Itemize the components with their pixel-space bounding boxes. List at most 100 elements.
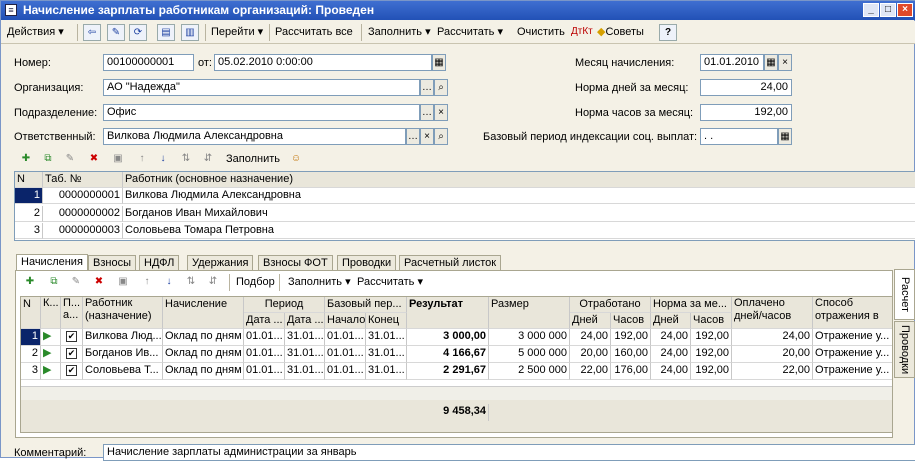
col-n[interactable]: N: [15, 172, 43, 188]
goto-menu[interactable]: Перейти ▾: [211, 24, 263, 41]
help-button[interactable]: ?: [659, 24, 677, 41]
search-icon[interactable]: ⌕: [434, 79, 448, 96]
col-worked-days[interactable]: Дней: [570, 313, 611, 329]
checkbox[interactable]: ✔: [66, 330, 77, 342]
col-p[interactable]: П... а...: [61, 297, 83, 329]
col-paid[interactable]: Оплачено дней/часов: [732, 297, 813, 329]
col-n[interactable]: N: [21, 297, 41, 329]
select-ellipsis-icon[interactable]: …: [406, 128, 420, 145]
col-norm-days[interactable]: Дней: [651, 313, 691, 329]
tab-fot[interactable]: Взносы ФОТ: [258, 255, 333, 270]
org-label: Организация:: [14, 82, 84, 94]
tab-deductions[interactable]: Удержания: [187, 255, 254, 270]
move-up-icon[interactable]: ↑: [133, 151, 151, 168]
col-worker[interactable]: Работник (назначение): [83, 297, 163, 329]
horizontal-scrollbar[interactable]: [21, 386, 892, 400]
dept-field[interactable]: Офис: [103, 104, 420, 121]
unpost-document-icon[interactable]: ▥: [181, 24, 199, 41]
move-down-icon[interactable]: ↓: [154, 151, 172, 168]
tab-ndfl[interactable]: НДФЛ: [139, 255, 180, 270]
sort-asc-icon[interactable]: ⇅: [182, 274, 200, 291]
clear-icon[interactable]: ×: [778, 54, 792, 71]
org-field[interactable]: АО "Надежда": [103, 79, 420, 96]
col-period[interactable]: Период: [244, 297, 325, 313]
close-button[interactable]: ×: [897, 3, 913, 17]
sort-asc-icon[interactable]: ⇅: [177, 151, 195, 168]
col-k[interactable]: К...: [41, 297, 61, 329]
back-arrow-icon[interactable]: ⇦: [83, 24, 101, 41]
col-worked[interactable]: Отработано: [570, 297, 651, 313]
checkbox[interactable]: ✔: [66, 364, 77, 376]
clear-icon[interactable]: ×: [434, 104, 448, 121]
debit-credit-icon[interactable]: ДтКт: [571, 24, 593, 41]
side-tab-postings[interactable]: Проводки: [894, 321, 915, 378]
col-period-from[interactable]: Дата ...: [244, 313, 285, 329]
post-document-icon[interactable]: ▤: [157, 24, 175, 41]
add-row-icon[interactable]: ✚: [17, 151, 35, 168]
hours-field[interactable]: 192,00: [700, 104, 792, 121]
tab-contributions[interactable]: Взносы: [88, 255, 136, 270]
checkbox[interactable]: ✔: [66, 347, 77, 359]
end-edit-icon[interactable]: ▣: [114, 274, 132, 291]
col-worked-hours[interactable]: Часов: [611, 313, 651, 329]
col-result[interactable]: Результат: [407, 297, 489, 329]
refresh-icon[interactable]: ⟳: [129, 24, 147, 41]
clear-button[interactable]: Очистить: [517, 24, 565, 41]
end-edit-icon[interactable]: ▣: [109, 151, 127, 168]
sort-desc-icon[interactable]: ⇵: [204, 274, 222, 291]
select-ellipsis-icon[interactable]: …: [420, 79, 434, 96]
window-title: Начисление зарплаты работникам организац…: [23, 3, 375, 17]
sort-desc-icon[interactable]: ⇵: [199, 151, 217, 168]
add-row-icon[interactable]: ✚: [21, 274, 39, 291]
col-tab[interactable]: Таб. №: [43, 172, 123, 188]
tab-accruals[interactable]: Начисления: [16, 254, 88, 271]
tab-postings[interactable]: Проводки: [337, 255, 397, 270]
accruals-calc-menu[interactable]: Рассчитать ▾: [357, 274, 423, 291]
copy-row-icon[interactable]: ⧉: [39, 151, 57, 168]
date-field[interactable]: 05.02.2010 0:00:00: [214, 54, 432, 71]
employees-icon[interactable]: ☺: [287, 151, 305, 168]
col-size[interactable]: Размер: [489, 297, 570, 329]
tips-button[interactable]: ◆Советы: [597, 24, 644, 41]
edit-document-icon[interactable]: ✎: [107, 24, 125, 41]
employee-fill-button[interactable]: Заполнить: [226, 151, 280, 168]
clear-icon[interactable]: ×: [420, 128, 434, 145]
tab-payslip[interactable]: Расчетный листок: [399, 255, 502, 270]
select-ellipsis-icon[interactable]: …: [420, 104, 434, 121]
col-base[interactable]: Базовый пер...: [325, 297, 407, 313]
pick-button[interactable]: Подбор: [236, 274, 275, 291]
calendar-icon[interactable]: ▦: [432, 54, 446, 71]
col-worker[interactable]: Работник (основное назначение): [123, 172, 915, 188]
resp-field[interactable]: Вилкова Людмила Александровна: [103, 128, 406, 145]
calendar-icon[interactable]: ▦: [778, 128, 792, 145]
col-norm[interactable]: Норма за ме...: [651, 297, 732, 313]
col-method[interactable]: Способ отражения в: [813, 297, 892, 329]
move-down-icon[interactable]: ↓: [160, 274, 178, 291]
delete-row-icon[interactable]: ✖: [85, 151, 103, 168]
actions-menu[interactable]: Действия ▾: [7, 24, 64, 41]
col-base-end[interactable]: Конец: [366, 313, 407, 329]
month-field[interactable]: 01.01.2010: [700, 54, 764, 71]
recalc-all-button[interactable]: Рассчитать все: [275, 24, 353, 41]
number-field[interactable]: 00100000001: [103, 54, 194, 71]
comment-field[interactable]: Начисление зарплаты администрации за янв…: [103, 444, 915, 461]
move-up-icon[interactable]: ↑: [138, 274, 156, 291]
calculate-menu[interactable]: Рассчитать ▾: [437, 24, 503, 41]
edit-row-icon[interactable]: ✎: [67, 274, 85, 291]
side-tab-calc[interactable]: Расчет: [894, 269, 915, 320]
col-period-to[interactable]: Дата ...: [285, 313, 325, 329]
delete-row-icon[interactable]: ✖: [90, 274, 108, 291]
edit-row-icon[interactable]: ✎: [61, 151, 79, 168]
col-norm-hours[interactable]: Часов: [691, 313, 732, 329]
maximize-button[interactable]: □: [880, 3, 896, 17]
accruals-fill-menu[interactable]: Заполнить ▾: [288, 274, 351, 291]
base-field[interactable]: . .: [700, 128, 778, 145]
days-field[interactable]: 24,00: [700, 79, 792, 96]
col-accrual[interactable]: Начисление: [163, 297, 244, 329]
minimize-button[interactable]: _: [863, 3, 879, 17]
calendar-icon[interactable]: ▦: [764, 54, 778, 71]
search-icon[interactable]: ⌕: [434, 128, 448, 145]
col-base-start[interactable]: Начало: [325, 313, 366, 329]
copy-row-icon[interactable]: ⧉: [45, 274, 63, 291]
fill-menu[interactable]: Заполнить ▾: [368, 24, 431, 41]
